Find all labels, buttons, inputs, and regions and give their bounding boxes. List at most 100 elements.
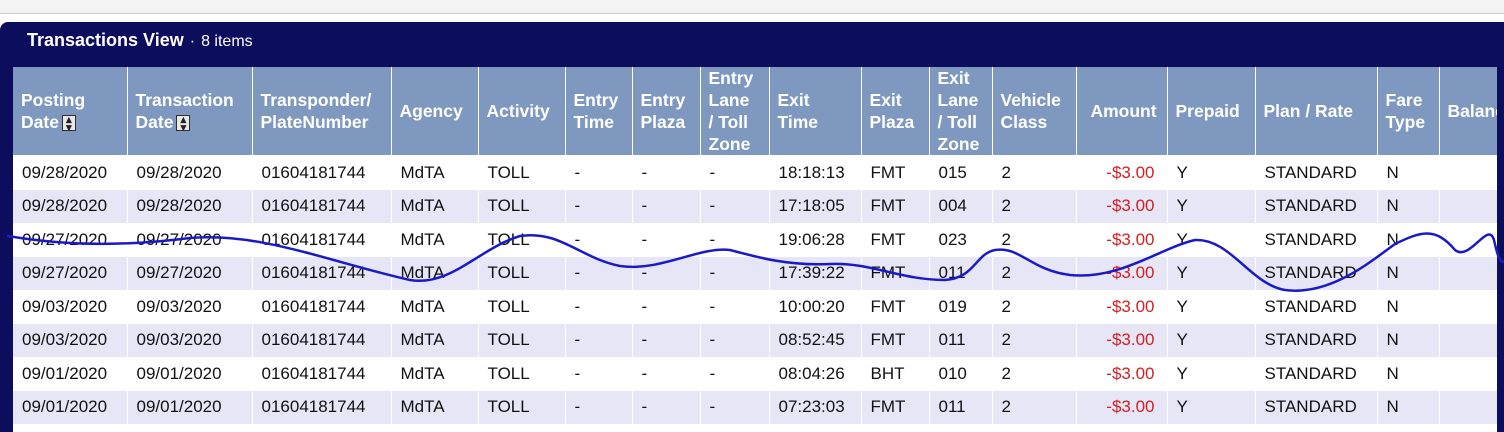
cell-fare-type: N xyxy=(1377,223,1440,257)
column-header-activity: Activity xyxy=(478,67,566,156)
table-row[interactable]: 09/28/2020 09/28/2020 01604181744 MdTA TOLL -… xyxy=(13,189,1497,223)
cell-plan-rate: STANDARD xyxy=(1255,155,1378,190)
cell-exit-plaza: FMT xyxy=(861,155,930,190)
column-header-label: Plaza xyxy=(640,112,686,132)
table-row[interactable]: 09/01/2020 09/01/2020 01604181744 MdTA TOLL -… xyxy=(13,390,1497,424)
item-count: 8 items xyxy=(201,33,253,50)
table-body: 09/28/2020 09/28/2020 01604181744 MdTA TOLL -… xyxy=(13,155,1497,424)
cell-fare-type: N xyxy=(1377,357,1440,391)
column-header-label: / Toll xyxy=(937,112,978,132)
cell-exit-time: 08:04:26 xyxy=(769,357,862,391)
cell-transaction-date: 09/01/2020 xyxy=(127,390,253,424)
column-header-plan-rate: Plan / Rate xyxy=(1255,67,1378,156)
cell-fare-type: N xyxy=(1377,323,1440,357)
sort-up-down-icon[interactable]: ▴ ▾ xyxy=(61,115,76,134)
column-header-entry-lane: Entry Lane / Toll Zone xyxy=(700,67,770,156)
cell-balance: $30. xyxy=(1439,390,1497,424)
cell-amount: -$3.00 xyxy=(1076,223,1168,257)
cell-entry-plaza: - xyxy=(632,256,701,290)
cell-entry-lane: - xyxy=(700,256,770,290)
transactions-table-container: Posting Date ▴ ▾ Transaction Date ▴ ▾ Transponde… xyxy=(13,67,1497,432)
cell-balance: $9. xyxy=(1439,155,1497,190)
column-header-balance: Balance xyxy=(1439,67,1497,156)
column-header-label: Transaction xyxy=(135,90,234,110)
column-header-transponder: Transponder/PlateNumber xyxy=(252,67,392,156)
cell-transaction-date: 09/03/2020 xyxy=(127,323,253,357)
cell-entry-time: - xyxy=(565,155,633,190)
cell-entry-plaza: - xyxy=(632,357,701,391)
cell-prepaid: Y xyxy=(1167,357,1256,391)
cell-entry-lane: - xyxy=(700,155,770,190)
cell-posting-date: 09/03/2020 xyxy=(13,323,128,357)
cell-vehicle-class: 2 xyxy=(992,357,1077,391)
column-header-label: Plan / Rate xyxy=(1263,101,1353,121)
cell-balance: $12. xyxy=(1439,189,1497,223)
cell-agency: MdTA xyxy=(391,290,479,324)
table-row[interactable]: 09/03/2020 09/03/2020 01604181744 MdTA TOLL -… xyxy=(13,323,1497,357)
cell-agency: MdTA xyxy=(391,189,479,223)
cell-prepaid: Y xyxy=(1167,155,1256,190)
cell-amount: -$3.00 xyxy=(1076,357,1168,391)
column-header-label: Date xyxy=(135,112,174,132)
cell-exit-plaza: FMT xyxy=(861,323,930,357)
cell-agency: MdTA xyxy=(391,155,479,190)
column-header-label: Type xyxy=(1385,112,1426,132)
column-header-transaction-date[interactable]: Transaction Date ▴ ▾ xyxy=(127,67,253,156)
cell-amount: -$3.00 xyxy=(1076,256,1168,290)
table-row[interactable]: 09/28/2020 09/28/2020 01604181744 MdTA TOLL -… xyxy=(13,155,1497,190)
table-row[interactable]: 09/03/2020 09/03/2020 01604181744 MdTA TOLL -… xyxy=(13,290,1497,324)
table-row[interactable]: 09/01/2020 09/01/2020 01604181744 MdTA TOLL -… xyxy=(13,357,1497,391)
column-header-label: Lane xyxy=(937,90,979,110)
column-header-label: Plaza xyxy=(869,112,915,132)
cell-amount: -$3.00 xyxy=(1076,323,1168,357)
panel-header: Transactions View · 8 items xyxy=(27,30,253,54)
cell-exit-time: 17:18:05 xyxy=(769,189,862,223)
cell-entry-lane: - xyxy=(700,390,770,424)
column-header-label: Date xyxy=(21,112,59,132)
cell-plan-rate: STANDARD xyxy=(1255,390,1378,424)
column-header-label: Prepaid xyxy=(1175,101,1240,121)
cell-entry-plaza: - xyxy=(632,155,701,190)
column-header-label: / Toll xyxy=(708,112,749,132)
column-header-label: Activity xyxy=(486,101,550,121)
cell-exit-lane: 011 xyxy=(929,256,993,290)
cell-posting-date: 09/28/2020 xyxy=(13,155,128,190)
cell-vehicle-class: 2 xyxy=(992,189,1077,223)
cell-amount: -$3.00 xyxy=(1076,189,1168,223)
column-header-posting-date[interactable]: Posting Date ▴ ▾ xyxy=(13,67,128,156)
cell-prepaid: Y xyxy=(1167,290,1256,324)
cell-vehicle-class: 2 xyxy=(992,155,1077,190)
cell-posting-date: 09/27/2020 xyxy=(13,256,128,290)
table-row[interactable]: 09/27/2020 09/27/2020 01604181744 MdTA TOLL -… xyxy=(13,256,1497,290)
cell-vehicle-class: 2 xyxy=(992,323,1077,357)
cell-exit-time: 08:52:45 xyxy=(769,323,862,357)
item-count-separator: · xyxy=(189,33,196,50)
column-header-label: Entry xyxy=(640,90,686,110)
cell-transaction-date: 09/27/2020 xyxy=(127,256,253,290)
cell-entry-time: - xyxy=(565,223,633,257)
cell-exit-lane: 010 xyxy=(929,357,993,391)
cell-agency: MdTA xyxy=(391,256,479,290)
column-header-label: Time xyxy=(777,112,819,132)
column-header-label: Lane xyxy=(708,90,750,110)
column-header-label: Zone xyxy=(937,134,980,154)
column-header-fare-type: Fare Type xyxy=(1377,67,1440,156)
sort-up-down-icon[interactable]: ▴ ▾ xyxy=(176,115,191,134)
cell-entry-time: - xyxy=(565,357,633,391)
table-row[interactable]: 09/27/2020 09/27/2020 01604181744 MdTA TOLL -… xyxy=(13,223,1497,257)
cell-transponder: 01604181744 xyxy=(252,323,392,357)
column-header-prepaid: Prepaid xyxy=(1167,67,1256,156)
column-header-entry-time: Entry Time xyxy=(565,67,633,156)
cell-fare-type: N xyxy=(1377,256,1440,290)
panel-title: Transactions View xyxy=(27,30,184,50)
cell-fare-type: N xyxy=(1377,290,1440,324)
cell-exit-lane: 004 xyxy=(929,189,993,223)
cell-exit-plaza: FMT xyxy=(861,223,930,257)
cell-vehicle-class: 2 xyxy=(992,256,1077,290)
cell-transponder: 01604181744 xyxy=(252,357,392,391)
column-header-label: Exit xyxy=(777,90,810,110)
column-header-label: Posting xyxy=(21,90,86,110)
cell-entry-lane: - xyxy=(700,223,770,257)
cell-exit-plaza: FMT xyxy=(861,390,930,424)
cell-vehicle-class: 2 xyxy=(992,223,1077,257)
